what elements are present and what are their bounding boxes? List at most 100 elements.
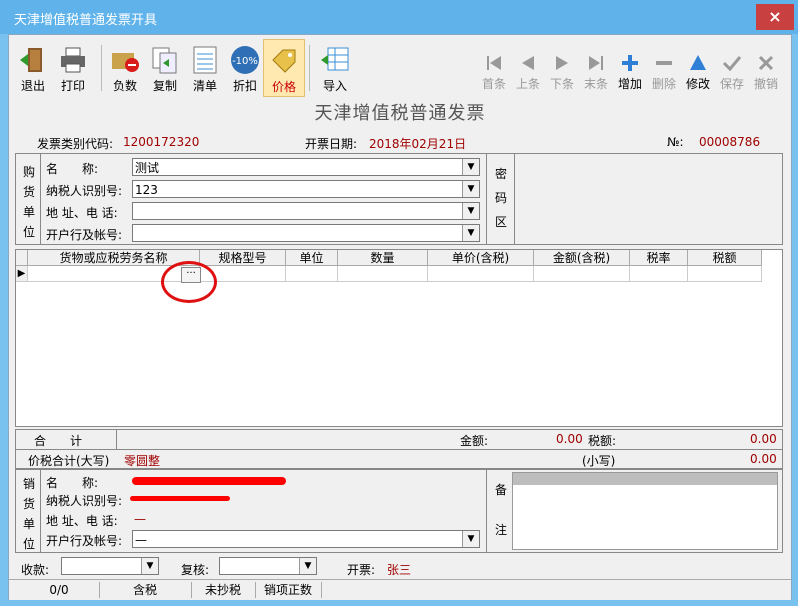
edit-button[interactable]: 修改 — [681, 39, 715, 95]
issuer-value: 张三 — [387, 563, 412, 577]
chevron-down-icon[interactable]: ▼ — [462, 181, 479, 197]
buyer-address-field[interactable]: ▼ — [132, 202, 480, 220]
list-button[interactable]: 清单 — [185, 39, 225, 95]
amount-cell[interactable] — [534, 266, 630, 282]
svg-text:-10%: -10% — [232, 56, 258, 67]
payee-select[interactable]: ▼ — [61, 557, 159, 575]
tax-rate-cell[interactable] — [630, 266, 688, 282]
buyer-bank-field[interactable]: ▼ — [132, 224, 480, 242]
tax-amount-cell[interactable] — [688, 266, 762, 282]
date-label: 开票日期: — [305, 137, 358, 151]
negative-button[interactable]: 负数 — [105, 39, 145, 95]
reviewer-label: 复核: — [181, 563, 210, 577]
status-copy-state: 未抄税 — [191, 582, 256, 598]
redaction-mark — [130, 496, 230, 501]
save-button[interactable]: 保存 — [715, 39, 749, 95]
previous-record-icon — [522, 56, 534, 70]
seller-tax-id-label: 纳税人识别号: — [46, 494, 123, 508]
items-table[interactable]: 货物或应税劳务名称 规格型号 单位 数量 单价(含税) 金额(含税) 税率 税额… — [15, 249, 783, 427]
unit-price-cell[interactable] — [428, 266, 534, 282]
chevron-down-icon[interactable]: ▼ — [462, 225, 479, 241]
column-header[interactable]: 单位 — [286, 250, 338, 266]
reviewer-select[interactable]: ▼ — [219, 557, 317, 575]
payee-label: 收款: — [21, 563, 50, 577]
buyer-name-field[interactable]: 测试 ▼ — [132, 158, 480, 176]
quantity-cell[interactable] — [338, 266, 428, 282]
small-label: (小写) — [582, 454, 616, 468]
discount-badge-icon: -10% — [231, 46, 259, 74]
column-header[interactable]: 单价(含税) — [428, 250, 534, 266]
app-window: 天津增值税普通发票开具 × 退出 打印 负数 复制 清单 -10% 折扣 价格 … — [0, 0, 798, 606]
price-tag-icon — [272, 49, 296, 73]
close-button[interactable]: × — [756, 4, 794, 30]
cipher-area-label: 密码区 — [494, 167, 507, 229]
last-record-icon — [589, 56, 603, 70]
buyer-bank-label: 开户行及帐号: — [46, 228, 123, 242]
seller-bank-label: 开户行及帐号: — [46, 534, 123, 548]
invoice-title: 天津增值税普通发票 — [314, 103, 486, 124]
column-header[interactable]: 金额(含税) — [534, 250, 630, 266]
number-value: 00008786 — [699, 135, 761, 149]
copy-button[interactable]: 复制 — [145, 39, 185, 95]
buyer-address-label: 地 址、电 话: — [46, 206, 118, 220]
cipher-area — [515, 154, 781, 244]
redaction-mark — [132, 477, 286, 485]
buyer-section: 购货单位 名 称: 测试 ▼ 纳税人识别号: 123 ▼ 地 址、电 话: ▼ 开户… — [15, 153, 783, 245]
unit-cell[interactable] — [286, 266, 338, 282]
buyer-section-label: 购货单位 — [22, 165, 35, 239]
buyer-name-label: 名 称: — [46, 162, 99, 176]
remarks-label: 备注 — [494, 483, 507, 537]
exit-door-icon — [20, 48, 42, 72]
amount-label: 金额: — [460, 434, 489, 448]
totals-section: 合 计 金额: 0.00 税额: 0.00 价税合计(大写) 零圆整 (小写) … — [15, 429, 783, 469]
chevron-down-icon[interactable]: ▼ — [462, 159, 479, 175]
buyer-tax-id-field[interactable]: 123 ▼ — [132, 180, 480, 198]
add-button[interactable]: 增加 — [613, 39, 647, 95]
first-record-button[interactable]: 首条 — [477, 39, 511, 95]
title-bar: 天津增值税普通发票开具 × — [0, 0, 798, 34]
list-sheet-icon — [193, 46, 217, 74]
status-bar: 0/0 含税 未抄税 销项正数 — [9, 579, 791, 600]
chevron-down-icon[interactable]: ▼ — [462, 203, 479, 219]
delete-minus-icon — [656, 61, 672, 65]
exit-button[interactable]: 退出 — [13, 39, 53, 95]
add-plus-icon — [622, 55, 638, 71]
delete-button[interactable]: 删除 — [647, 39, 681, 95]
cancel-x-icon — [758, 55, 774, 71]
negative-folder-icon — [112, 53, 139, 72]
toolbar: 退出 打印 负数 复制 清单 -10% 折扣 价格 导入 首条 上条 下条 末条… — [9, 35, 791, 97]
previous-record-button[interactable]: 上条 — [511, 39, 545, 95]
row-selector-icon[interactable]: ▶ — [16, 266, 28, 282]
status-invoice-kind: 销项正数 — [255, 582, 322, 598]
seller-bank-field[interactable]: — ▼ — [132, 530, 480, 548]
cancel-button[interactable]: 撤销 — [749, 39, 783, 95]
copy-document-icon — [152, 47, 177, 74]
toolbar-separator — [101, 45, 102, 91]
printer-icon — [61, 47, 85, 73]
remarks-field[interactable] — [512, 472, 778, 550]
discount-button[interactable]: -10% 折扣 — [225, 39, 265, 95]
column-header[interactable]: 税率 — [630, 250, 688, 266]
chevron-down-icon[interactable]: ▼ — [299, 558, 316, 574]
column-header[interactable]: 数量 — [338, 250, 428, 266]
tax-value: 0.00 — [750, 432, 777, 446]
import-button[interactable]: 导入 — [315, 39, 355, 95]
row-header-corner — [16, 250, 28, 266]
chevron-down-icon[interactable]: ▼ — [462, 531, 479, 547]
buyer-tax-id-label: 纳税人识别号: — [46, 184, 123, 198]
type-code-label: 发票类别代码: — [37, 137, 114, 151]
next-record-button[interactable]: 下条 — [545, 39, 579, 95]
status-record-count: 0/0 — [19, 582, 100, 598]
first-record-icon — [487, 56, 501, 70]
column-header[interactable]: 规格型号 — [200, 250, 286, 266]
edit-triangle-icon — [690, 55, 706, 70]
chevron-down-icon[interactable]: ▼ — [141, 558, 158, 574]
price-button[interactable]: 价格 — [263, 39, 305, 97]
status-tax-mode: 含税 — [99, 582, 192, 598]
amount-value: 0.00 — [556, 432, 583, 446]
last-record-button[interactable]: 末条 — [579, 39, 613, 95]
sum-label: 合 计 — [34, 434, 83, 448]
toolbar-separator — [309, 45, 310, 91]
print-button[interactable]: 打印 — [53, 39, 93, 95]
column-header[interactable]: 税额 — [688, 250, 762, 266]
